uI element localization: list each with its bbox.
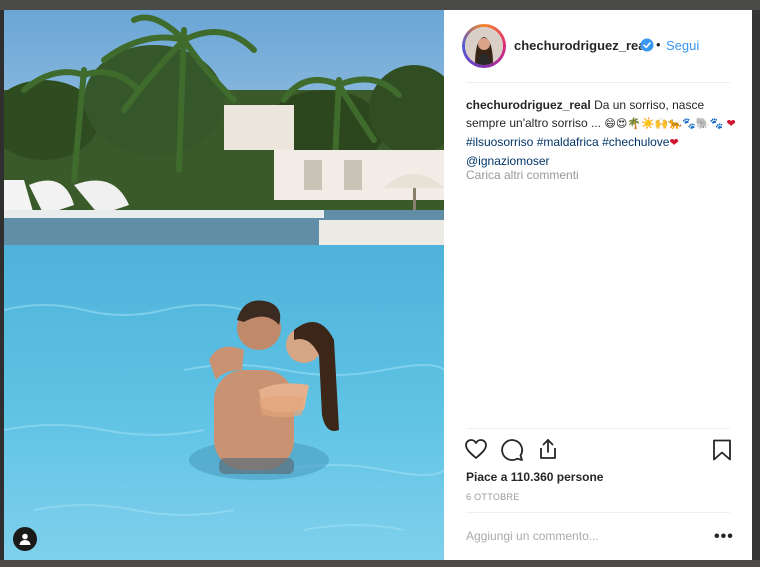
avatar[interactable] xyxy=(462,24,506,68)
caption-username[interactable]: chechurodriguez_real xyxy=(466,98,591,112)
backdrop xyxy=(752,10,760,560)
post-side-panel: chechurodriguez_real • Segui chechurodri… xyxy=(444,10,752,560)
share-icon[interactable] xyxy=(536,437,560,466)
post-caption: chechurodriguez_real Da un sorriso, nasc… xyxy=(466,96,736,170)
more-options-icon[interactable]: ••• xyxy=(714,528,734,546)
backdrop xyxy=(0,560,760,567)
post-date[interactable]: 6 OTTOBRE xyxy=(466,492,520,502)
likes-number: 110.360 xyxy=(510,470,554,484)
verified-icon xyxy=(640,38,654,52)
post-header: chechurodriguez_real • Segui xyxy=(444,10,752,82)
caption-heart: ❤ xyxy=(726,117,736,130)
header-username[interactable]: chechurodriguez_real xyxy=(514,38,649,53)
likes-prefix: Piace a xyxy=(466,470,508,484)
backdrop xyxy=(0,0,760,10)
avatar-image xyxy=(465,27,503,65)
post-modal: chechurodriguez_real • Segui chechurodri… xyxy=(4,10,752,560)
load-more-comments-link[interactable]: Carica altri commenti xyxy=(466,168,579,182)
mention-link[interactable]: @ignaziomoser xyxy=(466,154,550,168)
likes-count[interactable]: Piace a 110.360 persone xyxy=(466,470,603,484)
separator-dot: • xyxy=(656,37,661,52)
caption-heart: ❤ xyxy=(669,136,679,149)
comment-divider xyxy=(466,512,730,513)
pool-photo-illustration xyxy=(4,10,444,560)
bookmark-icon[interactable] xyxy=(712,439,732,466)
user-tag-icon[interactable] xyxy=(13,527,37,551)
comment-input[interactable] xyxy=(466,526,696,546)
likes-suffix: persone xyxy=(556,470,604,484)
comment-icon[interactable] xyxy=(500,438,524,467)
header-divider xyxy=(466,82,730,83)
caption-emojis: 😄😍🌴☀️🙌🐆🐾🐘🐾 xyxy=(604,117,724,130)
actions-divider xyxy=(466,428,730,429)
hashtag-link[interactable]: #chechulove xyxy=(602,135,669,149)
follow-button[interactable]: Segui xyxy=(666,38,699,53)
hashtag-link[interactable]: #maldafrica xyxy=(537,135,599,149)
hashtag-link[interactable]: #ilsuosorriso xyxy=(466,135,533,149)
heart-icon[interactable] xyxy=(464,438,488,465)
post-photo[interactable] xyxy=(4,10,444,560)
